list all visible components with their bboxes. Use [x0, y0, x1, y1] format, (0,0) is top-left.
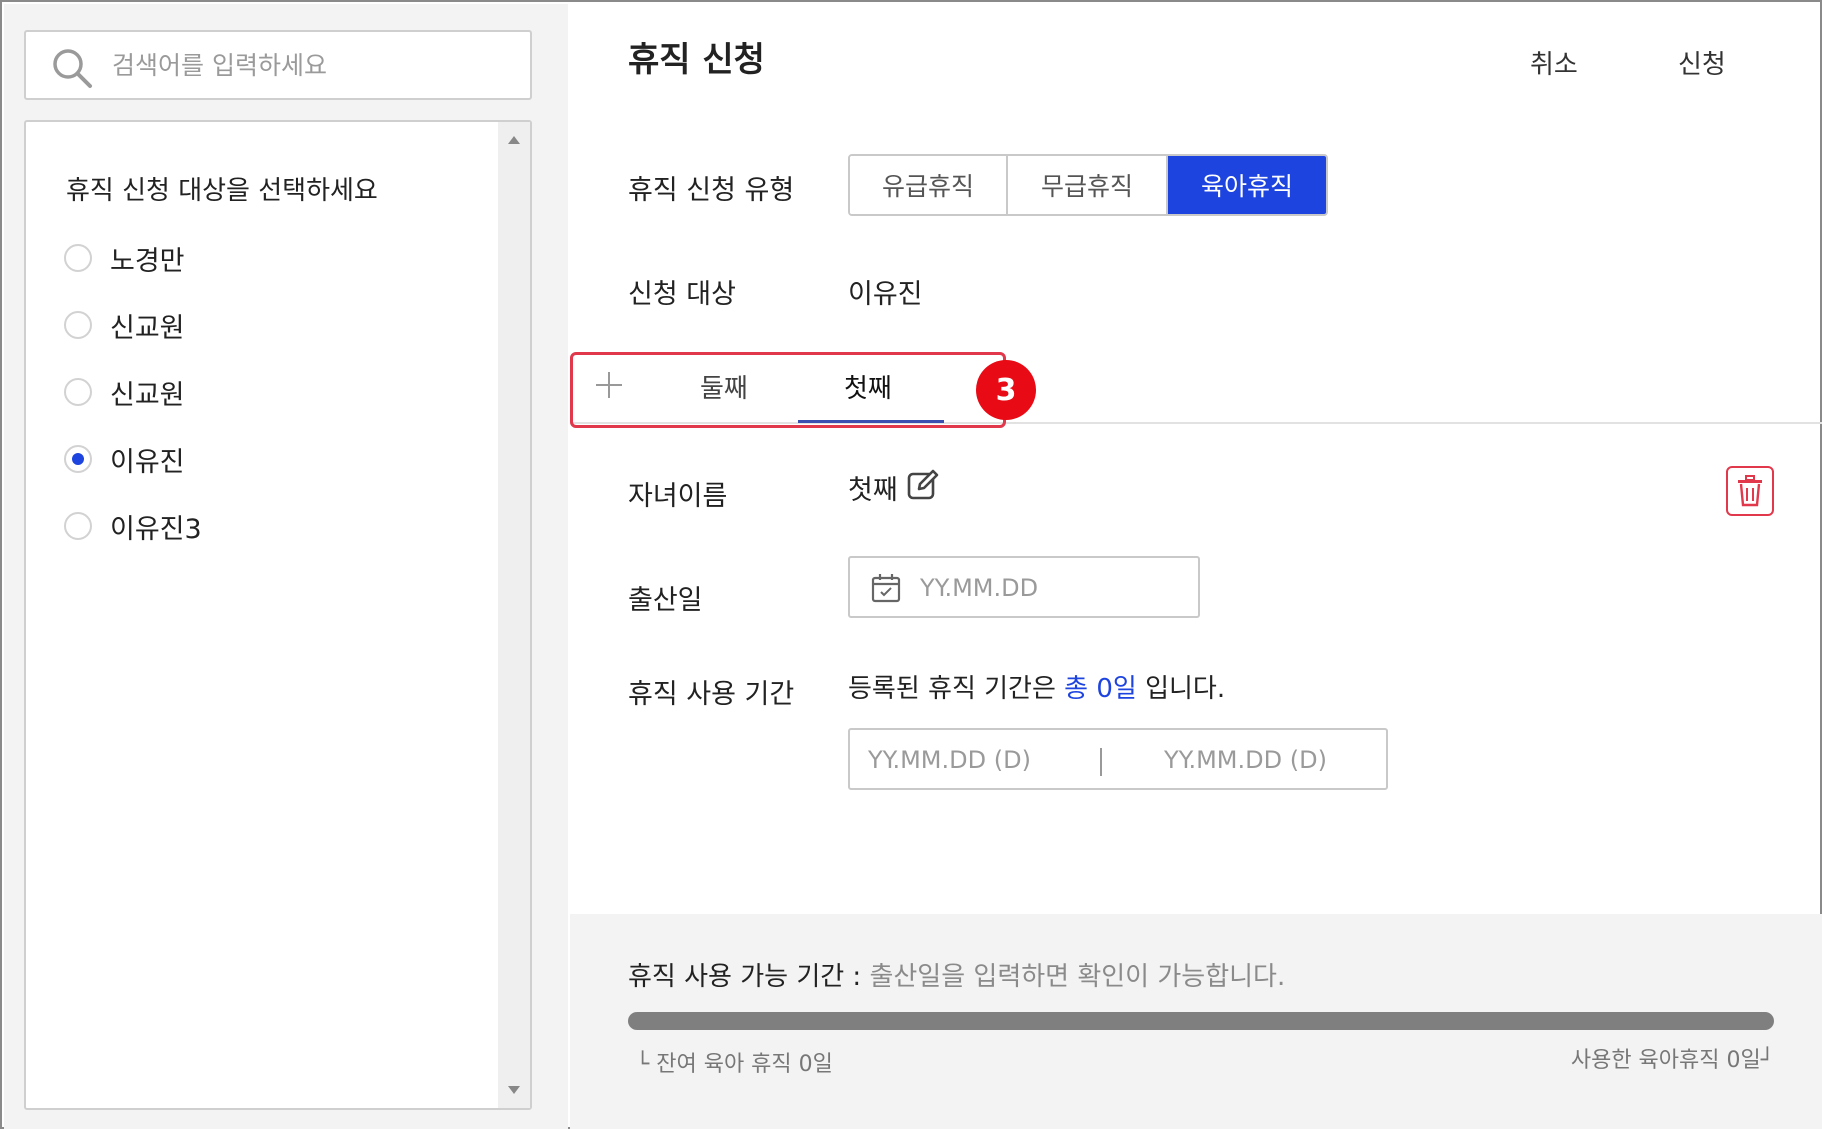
- leave-type-option-childcare[interactable]: 육아휴직: [1168, 156, 1326, 214]
- app-window: 휴직 신청 대상을 선택하세요 노경만 신교원 신교원 이유진 이유진3: [0, 0, 1822, 1129]
- availability-summary: 휴직 사용 가능 기간 : 출산일을 입력하면 확인이 가능합니다.: [628, 956, 1285, 993]
- calendar-icon: [871, 574, 901, 603]
- leave-type-option-paid[interactable]: 유급휴직: [850, 156, 1008, 214]
- plus-icon[interactable]: [594, 370, 624, 400]
- target-item-label: 노경만: [110, 245, 185, 277]
- target-value: 이유진: [848, 279, 923, 310]
- radio-button[interactable]: [64, 512, 92, 540]
- availability-panel: 휴직 사용 가능 기간 : 출산일을 입력하면 확인이 가능합니다. └ 잔여 …: [570, 914, 1822, 1129]
- delete-child-button[interactable]: [1726, 466, 1774, 516]
- active-tab-indicator: [798, 420, 944, 423]
- page-title: 휴직 신청: [628, 40, 765, 80]
- period-text-prefix: 등록된 휴직 기간은: [848, 674, 1065, 704]
- radio-button[interactable]: [64, 311, 92, 339]
- target-item-label: 이유진3: [110, 513, 202, 545]
- tab-second-child[interactable]: 둘째: [700, 368, 748, 405]
- target-item[interactable]: 신교원: [64, 305, 185, 345]
- birth-date-field[interactable]: [848, 556, 1200, 618]
- target-item-label: 신교원: [110, 312, 185, 344]
- target-list-title: 휴직 신청 대상을 선택하세요: [66, 176, 378, 206]
- tab-highlight-box: [570, 352, 1006, 428]
- target-sidebar: 휴직 신청 대상을 선택하세요 노경만 신교원 신교원 이유진 이유진3: [4, 4, 568, 1129]
- availability-progress-bar: [628, 1012, 1774, 1030]
- radio-button[interactable]: [64, 244, 92, 272]
- search-input[interactable]: [112, 42, 512, 88]
- target-item[interactable]: 이유진: [64, 439, 185, 479]
- list-scrollbar[interactable]: [498, 122, 530, 1108]
- target-item[interactable]: 이유진3: [64, 506, 202, 546]
- birth-date-input[interactable]: [920, 568, 1180, 608]
- used-leave-text: 사용한 육아휴직 0일┘: [1570, 1048, 1774, 1073]
- trash-icon: [1738, 475, 1762, 507]
- target-item-label: 이유진: [110, 446, 185, 478]
- birth-date-label: 출산일: [628, 585, 703, 616]
- scroll-down-icon[interactable]: [508, 1086, 520, 1094]
- child-name-value: 첫째: [848, 475, 898, 506]
- remaining-leave-text: └ 잔여 육아 휴직 0일: [636, 1052, 833, 1077]
- submit-button[interactable]: 신청: [1678, 44, 1726, 81]
- period-total: 총 0일: [1064, 674, 1137, 704]
- leave-period-range-field[interactable]: [848, 728, 1388, 790]
- search-box[interactable]: [24, 30, 532, 100]
- period-start-input[interactable]: [868, 740, 1088, 780]
- period-end-input[interactable]: [1164, 740, 1384, 780]
- search-icon: [53, 49, 92, 88]
- radio-button[interactable]: [64, 378, 92, 406]
- range-separator: [1100, 748, 1102, 776]
- availability-hint: 출산일을 입력하면 확인이 가능합니다.: [869, 962, 1286, 992]
- target-list: 휴직 신청 대상을 선택하세요 노경만 신교원 신교원 이유진 이유진3: [24, 120, 532, 1110]
- leave-type-label: 휴직 신청 유형: [628, 175, 795, 206]
- cancel-button[interactable]: 취소: [1530, 44, 1578, 81]
- tab-first-child[interactable]: 첫째: [844, 368, 892, 405]
- edit-icon[interactable]: [906, 468, 940, 502]
- scroll-up-icon[interactable]: [508, 136, 520, 144]
- radio-button-checked[interactable]: [64, 445, 92, 473]
- target-item-label: 신교원: [110, 379, 185, 411]
- period-text-suffix: 입니다.: [1136, 674, 1226, 704]
- target-item[interactable]: 노경만: [64, 238, 185, 278]
- target-item[interactable]: 신교원: [64, 372, 185, 412]
- leave-type-segmented-control: 유급휴직 무급휴직 육아휴직: [848, 154, 1328, 216]
- leave-period-label: 휴직 사용 기간: [628, 679, 795, 710]
- child-name-label: 자녀이름: [628, 481, 728, 512]
- availability-label: 휴직 사용 가능 기간 :: [628, 962, 870, 992]
- leave-period-summary: 등록된 휴직 기간은 총 0일 입니다.: [848, 668, 1225, 705]
- target-label: 신청 대상: [628, 279, 736, 310]
- step-badge: 3: [976, 360, 1036, 420]
- leave-type-option-unpaid[interactable]: 무급휴직: [1008, 156, 1168, 214]
